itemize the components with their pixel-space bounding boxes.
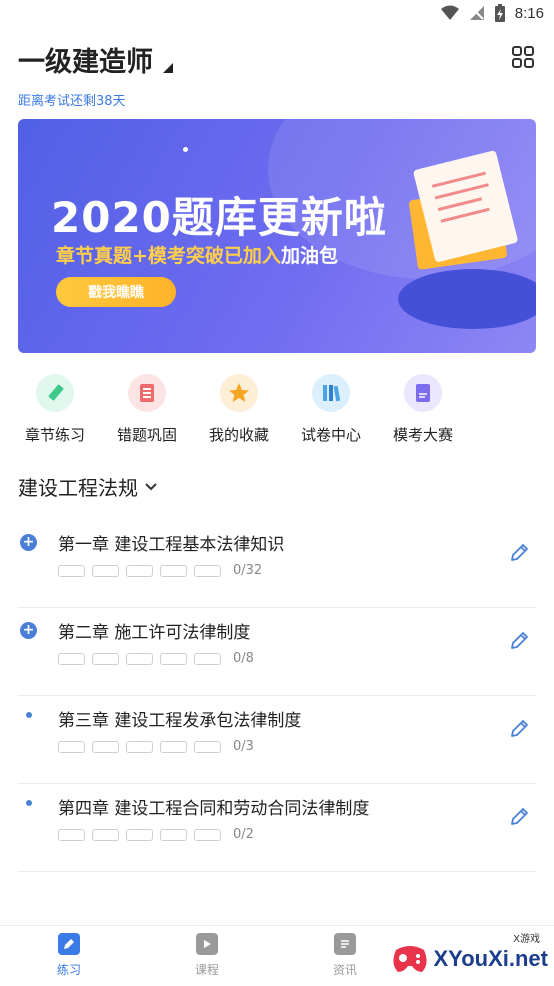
edit-pencil-icon[interactable] <box>508 806 530 828</box>
progress-segment <box>194 564 221 577</box>
exam-paper-icon <box>404 374 442 412</box>
chapter-count: 0/3 <box>233 739 254 754</box>
chapter-count: 0/32 <box>233 563 263 578</box>
chapter-title: 第二章 施工许可法律制度 <box>58 623 251 643</box>
practice-icon <box>58 933 80 955</box>
progress-segment <box>160 652 187 665</box>
books-icon <box>312 374 350 412</box>
status-time: 8:16 <box>514 4 544 22</box>
exam-countdown: 距离考试还剩38天 <box>18 94 126 109</box>
page-title: 一级建造师 <box>18 47 153 78</box>
dropdown-caret-icon <box>163 63 173 73</box>
gamepad-logo-icon <box>392 946 427 972</box>
promo-banner[interactable]: 2020题库更新啦 章节真题+模考突破已加入加油包 戳我瞧瞧 <box>18 119 536 353</box>
progress-segment <box>92 652 119 665</box>
banner-subtitle-part2: 加油包 <box>280 245 338 267</box>
tab-label: 练习 <box>56 963 81 977</box>
quick-nav-wrong-questions[interactable]: 错题巩固 <box>102 370 192 445</box>
tab-courses[interactable]: 课程 <box>167 933 247 978</box>
expand-plus-icon[interactable]: + <box>20 622 37 639</box>
banner-subtitle: 章节真题+模考突破已加入加油包 <box>56 241 338 268</box>
progress-segment <box>58 828 85 841</box>
progress-segment <box>58 740 85 753</box>
quick-nav-label: 我的收藏 <box>208 426 269 444</box>
quick-nav-favorites[interactable]: 我的收藏 <box>194 370 284 445</box>
quick-nav-chapter-practice[interactable]: 章节练习 <box>10 370 100 445</box>
chapter-progress: 0/2 <box>58 827 254 842</box>
watermark-small-text: X游戏 <box>513 934 540 945</box>
chevron-down-icon <box>145 482 157 490</box>
edit-pencil-icon[interactable] <box>508 630 530 652</box>
progress-segment <box>126 564 153 577</box>
progress-segment <box>126 740 153 753</box>
chapter-title: 第三章 建设工程发承包法律制度 <box>58 711 302 731</box>
quick-nav: 章节练习 错题巩固 我的收藏 试卷中心 模考大赛 <box>0 370 554 450</box>
status-icons: 8:16 <box>440 4 544 22</box>
news-icon <box>334 933 356 955</box>
no-signal-icon <box>469 6 484 20</box>
progress-segment <box>92 828 119 841</box>
play-video-icon <box>196 933 218 955</box>
progress-segment <box>160 740 187 753</box>
progress-segment <box>160 828 187 841</box>
chapter-count: 0/2 <box>233 827 254 842</box>
status-bar: 8:16 <box>0 0 554 30</box>
edit-pencil-icon[interactable] <box>508 718 530 740</box>
chapter-row[interactable]: 第三章 建设工程发承包法律制度 0/3 <box>18 696 536 784</box>
site-watermark: XYouXi.net X游戏 <box>390 934 549 976</box>
quick-nav-mock-contest[interactable]: 模考大赛 <box>378 370 468 445</box>
bottom-nav: 练习 课程 资讯 XYouXi.net X游戏 <box>0 925 554 986</box>
banner-decoration <box>183 147 188 152</box>
chapter-progress: 0/32 <box>58 563 262 578</box>
progress-segment <box>194 740 221 753</box>
chapter-row[interactable]: 第四章 建设工程合同和劳动合同法律制度 0/2 <box>18 784 536 872</box>
tab-label: 课程 <box>194 963 219 977</box>
progress-segment <box>194 828 221 841</box>
progress-segment <box>160 564 187 577</box>
banner-title: 2020题库更新啦 <box>51 193 387 242</box>
tab-practice[interactable]: 练习 <box>29 933 109 978</box>
subject-label: 建设工程法规 <box>18 476 138 500</box>
expand-plus-icon[interactable]: + <box>20 534 37 551</box>
banner-subtitle-highlight: 已加入 <box>223 245 281 267</box>
chapter-row[interactable]: + 第二章 施工许可法律制度 0/8 <box>18 608 536 696</box>
tab-label: 资讯 <box>332 963 357 977</box>
banner-subtitle-part1: 章节真题+模考突破 <box>56 245 224 267</box>
tab-news[interactable]: 资讯 <box>305 933 385 978</box>
progress-segment <box>58 564 85 577</box>
progress-segment <box>92 740 119 753</box>
grid-icon[interactable] <box>512 46 534 68</box>
quick-nav-label: 章节练习 <box>24 426 85 444</box>
chapter-title: 第四章 建设工程合同和劳动合同法律制度 <box>58 799 370 819</box>
pencil-icon <box>36 374 74 412</box>
quick-nav-label: 模考大赛 <box>392 426 453 444</box>
quick-nav-paper-center[interactable]: 试卷中心 <box>286 370 376 445</box>
progress-segment <box>92 564 119 577</box>
subject-selector[interactable]: 建设工程法规 <box>18 472 158 501</box>
progress-segment <box>58 652 85 665</box>
progress-segment <box>126 828 153 841</box>
notebook-icon <box>128 374 166 412</box>
progress-segment <box>194 652 221 665</box>
chapter-progress: 0/8 <box>58 651 254 666</box>
chapter-count: 0/8 <box>233 651 254 666</box>
chapter-dot-icon <box>26 712 32 718</box>
star-icon <box>220 374 258 412</box>
exam-selector[interactable]: 一级建造师 <box>18 40 173 79</box>
chapter-dot-icon <box>26 800 32 806</box>
chapter-row[interactable]: + 第一章 建设工程基本法律知识 0/32 <box>18 520 536 608</box>
document-illustration <box>409 150 518 270</box>
quick-nav-label: 试卷中心 <box>300 426 361 444</box>
wifi-icon <box>440 5 459 20</box>
chapter-title: 第一章 建设工程基本法律知识 <box>58 535 285 555</box>
banner-button[interactable]: 戳我瞧瞧 <box>56 277 176 307</box>
chapter-progress: 0/3 <box>58 739 254 754</box>
progress-segment <box>126 652 153 665</box>
battery-charging-icon <box>494 4 505 22</box>
edit-pencil-icon[interactable] <box>508 542 530 564</box>
watermark-text: XYouXi.net <box>433 946 549 971</box>
quick-nav-label: 错题巩固 <box>116 426 177 444</box>
